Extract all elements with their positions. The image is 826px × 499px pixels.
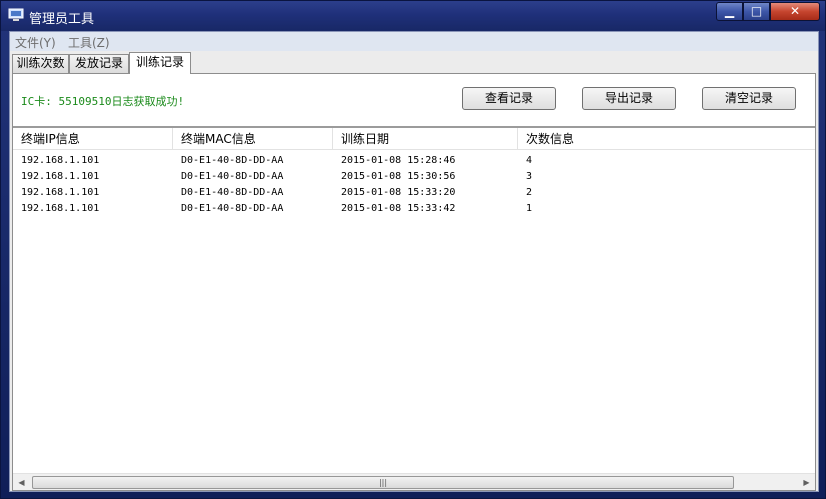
cell-count: 3 — [526, 171, 533, 182]
table-row[interactable]: 192.168.1.101 D0-E1-40-8D-DD-AA 2015-01-… — [13, 153, 815, 169]
scroll-left-icon[interactable]: ◀ — [13, 474, 30, 491]
cell-mac: D0-E1-40-8D-DD-AA — [181, 187, 284, 198]
column-header-date[interactable]: 训练日期 — [333, 128, 518, 150]
scroll-right-icon[interactable]: ▶ — [798, 474, 815, 491]
column-header-ip[interactable]: 终端IP信息 — [13, 128, 173, 150]
cell-date: 2015-01-08 15:33:20 — [341, 187, 456, 198]
app-window: 管理员工具 ▁ □ ✕ 文件(Y) 工具(Z) 训练次数 发放记录 训练记录 I… — [0, 0, 826, 499]
cell-ip: 192.168.1.101 — [21, 171, 100, 182]
cell-count: 1 — [526, 203, 533, 214]
close-button[interactable]: ✕ — [770, 2, 820, 21]
window-title: 管理员工具 — [29, 12, 95, 27]
cell-count: 4 — [526, 155, 533, 166]
cell-mac: D0-E1-40-8D-DD-AA — [181, 171, 284, 182]
column-header-count[interactable]: 次数信息 — [518, 128, 815, 150]
maximize-button[interactable]: □ — [743, 2, 770, 21]
cell-mac: D0-E1-40-8D-DD-AA — [181, 155, 284, 166]
minimize-button[interactable]: ▁ — [716, 2, 743, 21]
table-row[interactable]: 192.168.1.101 D0-E1-40-8D-DD-AA 2015-01-… — [13, 201, 815, 217]
tab-page-training-records: IC卡: 55109510日志获取成功! 查看记录 导出记录 清空记录 终端IP… — [12, 73, 816, 491]
cell-date: 2015-01-08 15:30:56 — [341, 171, 456, 182]
menu-bar: 文件(Y) 工具(Z) — [10, 32, 818, 51]
computer-monitor-icon — [8, 8, 24, 21]
tab-training-count[interactable]: 训练次数 — [12, 54, 69, 73]
tab-issue-records[interactable]: 发放记录 — [69, 54, 129, 73]
cell-date: 2015-01-08 15:28:46 — [341, 155, 456, 166]
scrollbar-thumb[interactable]: ||| — [32, 476, 734, 489]
status-message: IC卡: 55109510日志获取成功! — [21, 95, 185, 108]
export-records-button[interactable]: 导出记录 — [582, 87, 676, 110]
cell-ip: 192.168.1.101 — [21, 155, 100, 166]
cell-ip: 192.168.1.101 — [21, 203, 100, 214]
horizontal-scrollbar[interactable]: ◀ ||| ▶ — [13, 473, 815, 490]
view-records-button[interactable]: 查看记录 — [462, 87, 556, 110]
menu-tools[interactable]: 工具(Z) — [68, 34, 110, 51]
title-bar[interactable]: 管理员工具 ▁ □ ✕ — [1, 1, 825, 31]
column-header-mac[interactable]: 终端MAC信息 — [173, 128, 333, 150]
records-list[interactable]: 终端IP信息 终端MAC信息 训练日期 次数信息 192.168.1.101 D… — [13, 126, 815, 490]
cell-ip: 192.168.1.101 — [21, 187, 100, 198]
clear-records-button[interactable]: 清空记录 — [702, 87, 796, 110]
cell-count: 2 — [526, 187, 533, 198]
tab-training-records[interactable]: 训练记录 — [129, 52, 191, 74]
menu-file[interactable]: 文件(Y) — [15, 34, 56, 51]
cell-mac: D0-E1-40-8D-DD-AA — [181, 203, 284, 214]
table-row[interactable]: 192.168.1.101 D0-E1-40-8D-DD-AA 2015-01-… — [13, 185, 815, 201]
client-area: 文件(Y) 工具(Z) 训练次数 发放记录 训练记录 IC卡: 55109510… — [9, 31, 819, 492]
list-header: 终端IP信息 终端MAC信息 训练日期 次数信息 — [13, 128, 815, 150]
cell-date: 2015-01-08 15:33:42 — [341, 203, 456, 214]
table-row[interactable]: 192.168.1.101 D0-E1-40-8D-DD-AA 2015-01-… — [13, 169, 815, 185]
